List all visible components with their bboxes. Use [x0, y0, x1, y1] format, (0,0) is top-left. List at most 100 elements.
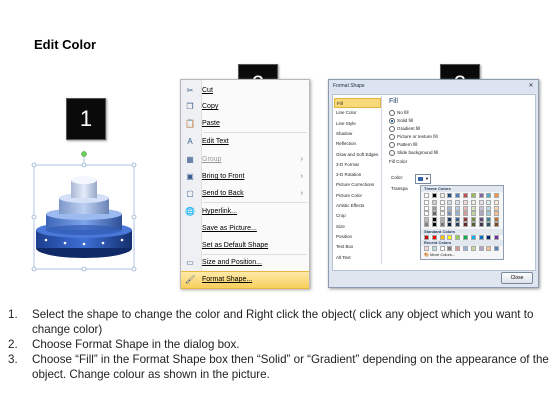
- dialog-nav-position[interactable]: Position: [334, 232, 381, 242]
- recent-color-swatch[interactable]: [494, 246, 500, 251]
- theme-color-shade[interactable]: [424, 200, 429, 205]
- fill-option-pattern-fill[interactable]: Pattern fill: [389, 141, 417, 148]
- theme-color-shade[interactable]: [478, 200, 484, 205]
- theme-color-shade[interactable]: [470, 205, 476, 211]
- theme-color-shade[interactable]: [431, 200, 437, 205]
- standard-color-swatch[interactable]: [463, 235, 468, 240]
- menu-item-format-shape[interactable]: 🖌 Format Shape...: [181, 271, 309, 289]
- theme-color-shade[interactable]: [439, 200, 445, 205]
- theme-color-shade[interactable]: [486, 216, 492, 222]
- theme-color-shade[interactable]: [455, 200, 461, 205]
- radio-button[interactable]: [389, 117, 395, 124]
- standard-color-swatch[interactable]: [424, 235, 429, 240]
- theme-color-shade[interactable]: [447, 211, 453, 217]
- menu-item-copy[interactable]: ❐ Copy: [181, 99, 309, 115]
- fill-option-gradient-fill[interactable]: Gradient fill: [389, 125, 420, 132]
- radio-button[interactable]: [389, 125, 395, 132]
- dialog-nav-glow-and-soft-edges[interactable]: Glow and Soft Edges: [334, 150, 381, 160]
- standard-color-swatch[interactable]: [486, 235, 492, 240]
- dialog-nav-picture-corrections[interactable]: Picture Corrections: [334, 180, 381, 190]
- theme-color-shade[interactable]: [439, 211, 445, 217]
- theme-color-swatch[interactable]: [439, 193, 445, 198]
- theme-color-shade[interactable]: [478, 205, 484, 211]
- theme-color-swatch[interactable]: [455, 193, 461, 198]
- theme-color-swatch[interactable]: [486, 193, 492, 198]
- theme-color-swatch[interactable]: [463, 193, 468, 198]
- menu-item-hyperlink[interactable]: 🌐 Hyperlink...: [181, 204, 309, 220]
- dialog-nav-3-d-rotation[interactable]: 3-D Rotation: [334, 170, 381, 180]
- standard-color-swatch[interactable]: [470, 235, 476, 240]
- dialog-nav-fill[interactable]: Fill: [334, 98, 381, 108]
- recent-color-swatch[interactable]: [470, 246, 476, 251]
- theme-color-shade[interactable]: [439, 205, 445, 211]
- menu-item-send-to-back[interactable]: ▢ Send to Back ›: [181, 186, 309, 202]
- theme-color-shade[interactable]: [470, 222, 476, 228]
- theme-color-shade[interactable]: [455, 205, 461, 211]
- radio-button[interactable]: [389, 109, 395, 116]
- theme-color-swatch[interactable]: [424, 193, 429, 198]
- standard-color-swatch[interactable]: [455, 235, 461, 240]
- fill-option-slide-background-fill[interactable]: Slide background fill: [389, 149, 438, 156]
- theme-color-shade[interactable]: [478, 211, 484, 217]
- menu-item-cut[interactable]: ✂ Cut: [181, 83, 309, 99]
- theme-color-shade[interactable]: [486, 222, 492, 228]
- theme-color-shade[interactable]: [431, 216, 437, 222]
- menu-item-paste[interactable]: 📋 Paste: [181, 116, 309, 132]
- theme-color-shade[interactable]: [463, 216, 468, 222]
- theme-color-shade[interactable]: [463, 222, 468, 228]
- theme-color-shade[interactable]: [463, 211, 468, 217]
- theme-color-shade[interactable]: [478, 222, 484, 228]
- theme-color-shade[interactable]: [494, 211, 500, 217]
- menu-item-size-and-position[interactable]: ▭ Size and Position...: [181, 255, 309, 271]
- fill-option-picture-or-texture-fill[interactable]: Picture or texture fill: [389, 133, 438, 140]
- standard-color-swatch[interactable]: [447, 235, 453, 240]
- recent-color-swatch[interactable]: [455, 246, 461, 251]
- theme-color-shade[interactable]: [470, 216, 476, 222]
- theme-color-shade[interactable]: [478, 216, 484, 222]
- theme-color-shade[interactable]: [424, 211, 429, 217]
- dialog-nav-reflection[interactable]: Reflection: [334, 139, 381, 149]
- menu-item-set-as-default-shape[interactable]: Set as Default Shape: [181, 238, 309, 254]
- theme-color-swatch[interactable]: [447, 193, 453, 198]
- menu-item-save-as-picture[interactable]: Save as Picture...: [181, 221, 309, 237]
- fill-option-solid-fill[interactable]: Solid fill: [389, 117, 413, 124]
- recent-color-swatch[interactable]: [439, 246, 445, 251]
- theme-color-shade[interactable]: [455, 216, 461, 222]
- theme-color-shade[interactable]: [424, 222, 429, 228]
- recent-color-swatch[interactable]: [463, 246, 468, 251]
- theme-color-shade[interactable]: [424, 205, 429, 211]
- radio-button[interactable]: [389, 141, 395, 148]
- theme-color-shade[interactable]: [439, 222, 445, 228]
- menu-item-edit-text[interactable]: A Edit Text: [181, 134, 309, 150]
- theme-color-shade[interactable]: [463, 205, 468, 211]
- theme-color-shade[interactable]: [447, 205, 453, 211]
- theme-color-swatch[interactable]: [494, 193, 500, 198]
- theme-color-shade[interactable]: [447, 200, 453, 205]
- recent-color-swatch[interactable]: [486, 246, 492, 251]
- theme-color-shade[interactable]: [447, 216, 453, 222]
- recent-color-swatch[interactable]: [447, 246, 453, 251]
- theme-color-shade[interactable]: [494, 200, 500, 205]
- theme-color-shade[interactable]: [494, 222, 500, 228]
- theme-color-shade[interactable]: [455, 211, 461, 217]
- pyramid-shape[interactable]: [30, 148, 142, 274]
- recent-color-swatch[interactable]: [478, 246, 484, 251]
- theme-color-swatch[interactable]: [470, 193, 476, 198]
- menu-item-bring-to-front[interactable]: ▣ Bring to Front ›: [181, 169, 309, 185]
- theme-color-shade[interactable]: [463, 200, 468, 205]
- theme-color-shade[interactable]: [470, 211, 476, 217]
- color-picker-button[interactable]: ▼: [415, 174, 431, 184]
- recent-color-swatch[interactable]: [424, 246, 429, 251]
- standard-color-swatch[interactable]: [478, 235, 484, 240]
- dialog-nav-crop[interactable]: Crop: [334, 211, 381, 221]
- radio-button[interactable]: [389, 133, 395, 140]
- theme-color-shade[interactable]: [447, 222, 453, 228]
- dialog-nav-line-color[interactable]: Line Color: [334, 108, 381, 118]
- standard-color-swatch[interactable]: [439, 235, 445, 240]
- theme-color-shade[interactable]: [494, 216, 500, 222]
- dialog-nav-line-style[interactable]: Line Style: [334, 119, 381, 129]
- theme-color-shade[interactable]: [424, 216, 429, 222]
- theme-color-shade[interactable]: [486, 205, 492, 211]
- close-icon[interactable]: ✕: [526, 82, 536, 90]
- dialog-nav-picture-color[interactable]: Picture Color: [334, 191, 381, 201]
